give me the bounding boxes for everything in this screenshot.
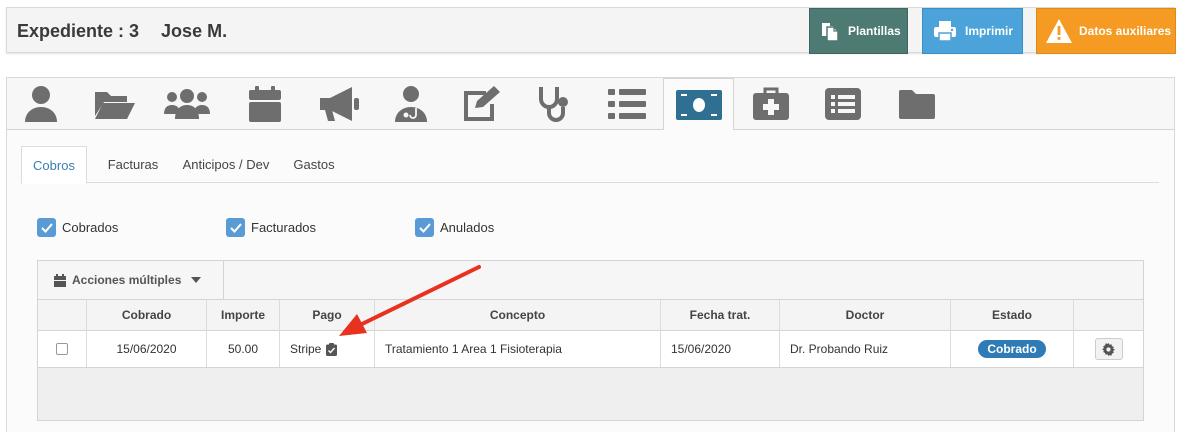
row-select-cell — [38, 331, 87, 367]
expediente-header: Expediente : 3 Jose M. Plantillas Imprimi… — [6, 7, 1176, 54]
table-row[interactable]: 15/06/2020 50.00 Stripe Tratamiento 1 Ar… — [38, 331, 1143, 368]
imprimir-label: Imprimir — [965, 24, 1014, 38]
col-concepto[interactable]: Concepto — [375, 300, 661, 330]
tab-stethoscope[interactable] — [525, 78, 585, 130]
filter-cobrados[interactable]: Cobrados — [37, 218, 118, 237]
filter-facturados[interactable]: Facturados — [226, 218, 316, 237]
copy-icon — [822, 23, 839, 42]
tab-gastos[interactable]: Gastos — [283, 146, 345, 183]
cell-importe: 50.00 — [207, 331, 280, 367]
cell-cobrado: 15/06/2020 — [87, 331, 207, 367]
check-icon — [418, 222, 431, 233]
megaphone-icon — [320, 87, 359, 121]
tab-cobros-label: Cobros — [33, 157, 75, 173]
tab-list[interactable] — [597, 78, 657, 130]
folder-icon — [899, 90, 935, 119]
cell-row-actions — [1074, 331, 1143, 367]
tab-cobros[interactable]: Cobros — [21, 146, 87, 184]
list-alt-icon — [825, 88, 861, 120]
status-badge: Cobrado — [978, 340, 1046, 358]
edit-icon — [464, 86, 500, 121]
tab-cobros-money[interactable] — [663, 78, 734, 131]
tab-user[interactable] — [11, 78, 71, 130]
tab-folder[interactable] — [887, 78, 947, 130]
table-toolbar: Acciones múltiples — [38, 261, 1143, 300]
users-icon — [164, 89, 210, 119]
col-actions — [1074, 300, 1143, 330]
section-icon-tabs — [7, 78, 1174, 131]
tab-megaphone[interactable] — [309, 78, 369, 130]
tab-folder-open[interactable] — [85, 78, 145, 130]
medkit-icon — [753, 87, 789, 120]
acciones-multiples-button[interactable]: Acciones múltiples — [38, 261, 224, 299]
col-cobrado[interactable]: Cobrado — [87, 300, 207, 330]
caret-down-icon — [191, 277, 202, 283]
expediente-number: Expediente : 3 — [17, 21, 140, 41]
tab-facturas[interactable]: Facturas — [95, 146, 171, 183]
col-estado[interactable]: Estado — [951, 300, 1074, 330]
cell-concepto: Tratamiento 1 Area 1 Fisioterapia — [375, 331, 661, 367]
cell-fecha-trat: 15/06/2020 — [661, 331, 780, 367]
tab-edit[interactable] — [453, 78, 513, 130]
imprimir-button[interactable]: Imprimir — [922, 8, 1023, 54]
calendar-icon — [249, 86, 281, 122]
expediente-panel: Cobros Facturas Anticipos / Dev Gastos C… — [6, 77, 1175, 432]
tab-users[interactable] — [157, 78, 217, 130]
folder-open-icon — [95, 92, 135, 119]
filter-anulados[interactable]: Anulados — [415, 218, 494, 237]
doctor-icon — [395, 86, 427, 122]
col-fecha-trat[interactable]: Fecha trat. — [661, 300, 780, 330]
check-icon — [229, 222, 242, 233]
plantillas-label: Plantillas — [848, 24, 901, 38]
datos-auxiliares-label: Datos auxiliares — [1079, 24, 1172, 38]
cobrados-label: Cobrados — [62, 220, 119, 235]
tab-doctor[interactable] — [381, 78, 441, 130]
tab-list-alt[interactable] — [813, 78, 873, 130]
col-pago[interactable]: Pago — [280, 300, 375, 330]
tab-anticipos-label: Anticipos / Dev — [182, 157, 270, 172]
cobros-table: Acciones múltiples Cobrado Importe Pago … — [37, 260, 1144, 421]
table-header: Cobrado Importe Pago Concepto Fecha trat… — [38, 300, 1143, 331]
col-select — [38, 300, 87, 330]
row-checkbox[interactable] — [56, 343, 68, 355]
tab-medkit[interactable] — [741, 78, 801, 130]
calendar-icon — [54, 273, 66, 287]
row-settings-button[interactable] — [1094, 338, 1123, 360]
tab-gastos-label: Gastos — [293, 157, 335, 172]
acciones-multiples-label: Acciones múltiples — [72, 273, 182, 287]
print-icon — [934, 21, 956, 42]
tab-anticipos-dev[interactable]: Anticipos / Dev — [173, 146, 279, 183]
stethoscope-icon — [539, 87, 568, 122]
warning-icon — [1046, 19, 1072, 43]
cell-estado: Cobrado — [951, 331, 1074, 367]
cell-doctor: Dr. Probando Ruiz — [780, 331, 951, 367]
col-doctor[interactable]: Doctor — [780, 300, 951, 330]
page-title: Expediente : 3 Jose M. — [17, 21, 227, 42]
clipboard-check-icon[interactable] — [326, 342, 338, 356]
facturados-checkbox[interactable] — [226, 218, 245, 237]
patient-name: Jose M. — [161, 21, 228, 41]
finance-tabs: Cobros Facturas Anticipos / Dev Gastos — [21, 146, 1159, 184]
facturados-label: Facturados — [251, 220, 317, 235]
anulados-checkbox[interactable] — [415, 218, 434, 237]
tab-facturas-label: Facturas — [107, 157, 159, 172]
anulados-label: Anulados — [440, 220, 495, 235]
list-icon — [608, 89, 646, 119]
datos-auxiliares-button[interactable]: Datos auxiliares — [1036, 8, 1176, 54]
cell-pago: Stripe — [280, 331, 375, 367]
plantillas-button[interactable]: Plantillas — [809, 8, 908, 54]
tab-calendar[interactable] — [235, 78, 295, 130]
check-icon — [40, 222, 53, 233]
money-bill-icon — [675, 89, 722, 120]
user-icon — [25, 86, 57, 122]
col-importe[interactable]: Importe — [207, 300, 280, 330]
pago-method: Stripe — [290, 342, 322, 356]
gear-icon — [1102, 342, 1115, 356]
cobrados-checkbox[interactable] — [37, 218, 56, 237]
